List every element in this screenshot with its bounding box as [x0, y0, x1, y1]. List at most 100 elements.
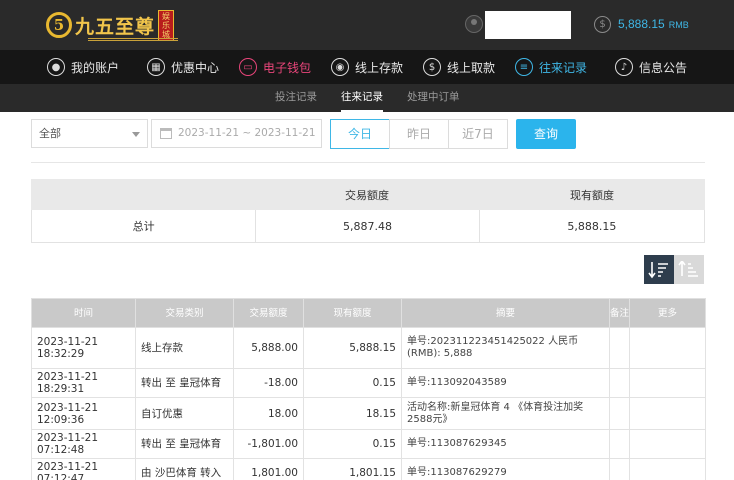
tab-bet-records[interactable]: 投注记录: [275, 84, 317, 112]
cell-memo: 单号:113092043589: [401, 368, 610, 398]
sort-descending-icon: [648, 261, 668, 278]
logo-text: 九五至尊: [75, 15, 156, 38]
nav-label: 线上取款: [447, 60, 496, 75]
cell-time: 2023-11-21 07:12:47: [31, 458, 136, 480]
cell-note: [609, 458, 630, 480]
cell-more[interactable]: [629, 458, 706, 480]
col-header-time: 时间: [31, 298, 136, 328]
cell-more[interactable]: [629, 429, 706, 459]
username-redacted: [485, 11, 571, 39]
transaction-type-select[interactable]: 全部: [31, 119, 148, 148]
today-button[interactable]: 今日: [330, 119, 390, 149]
calendar-icon: [160, 128, 172, 139]
cell-balance: 18.15: [303, 397, 402, 430]
nav-online-withdraw[interactable]: $ 线上取款: [423, 50, 495, 84]
tab-transaction-records[interactable]: 往来记录: [341, 84, 383, 112]
nav-transaction-records[interactable]: ≡ 往来记录: [515, 50, 587, 84]
date-range-input[interactable]: 2023-11-21 ~ 2023-11-21: [151, 119, 322, 148]
main-nav: ● 我的账户 ▦ 优惠中心 ▭ 电子钱包 ◉ 线上存款 $ 线上取款 ≡ 往来记…: [0, 50, 734, 84]
logo-flourish: [88, 38, 178, 41]
table-row: 2023-11-21 07:12:47 由 沙巴体育 转入 1,801.00 1…: [31, 458, 706, 480]
col-header-balance: 现有额度: [303, 298, 402, 328]
nav-label: 往来记录: [539, 60, 588, 75]
transaction-records-table: 时间 交易类别 交易额度 现有额度 摘要 备注 更多 2023-11-21 18…: [31, 298, 706, 480]
user-avatar-icon[interactable]: [465, 15, 483, 33]
table-row: 2023-11-21 12:09:36 自订优惠 18.00 18.15 活动名…: [31, 397, 706, 430]
nav-e-wallet[interactable]: ▭ 电子钱包: [239, 50, 311, 84]
summary-header-blank: [31, 179, 255, 210]
cell-memo: 单号:202311223451425022 人民币(RMB): 5,888: [401, 327, 610, 369]
cell-memo: 活动名称:新皇冠体育 4 《体育投注加奖2588元》: [401, 397, 610, 430]
nav-label: 我的账户: [71, 60, 120, 75]
nav-label: 电子钱包: [263, 60, 312, 75]
cell-time: 2023-11-21 12:09:36: [31, 397, 136, 430]
cell-balance: 5,888.15: [303, 327, 402, 369]
cell-amount: -1,801.00: [233, 429, 304, 459]
cell-more[interactable]: [629, 397, 706, 430]
cell-note: [609, 368, 630, 398]
user-icon: ●: [47, 58, 65, 76]
cell-note: [609, 327, 630, 369]
nav-label: 线上存款: [355, 60, 404, 75]
date-range-value: 2023-11-21 ~ 2023-11-21: [178, 127, 316, 139]
cell-more[interactable]: [629, 327, 706, 369]
col-header-amount: 交易额度: [233, 298, 304, 328]
wallet-balance: 5,888.15 RMB: [618, 17, 689, 31]
cell-balance: 1,801.15: [303, 458, 402, 480]
sub-nav: 投注记录 往来记录 处理中订单: [0, 84, 734, 112]
logo-mark: 5: [46, 12, 72, 38]
cell-type: 自订优惠: [135, 397, 234, 430]
summary-header-balance: 现有额度: [570, 188, 614, 202]
select-value: 全部: [39, 127, 61, 140]
cell-note: [609, 429, 630, 459]
summary-total-row: 总计 5,887.48 5,888.15: [31, 210, 705, 243]
cell-amount: 18.00: [233, 397, 304, 430]
divider: [31, 162, 705, 163]
cell-type: 由 沙巴体育 转入: [135, 458, 234, 480]
cell-type: 转出 至 皇冠体育: [135, 368, 234, 398]
nav-my-account[interactable]: ● 我的账户: [47, 50, 119, 84]
dollar-icon: $: [594, 16, 611, 33]
yesterday-button[interactable]: 昨日: [389, 119, 449, 149]
balance-value: 5,888.15: [618, 17, 665, 31]
cell-balance: 0.15: [303, 368, 402, 398]
cell-note: [609, 397, 630, 430]
cell-memo: 单号:113087629279: [401, 458, 610, 480]
col-header-more: 更多: [629, 298, 706, 328]
cell-more[interactable]: [629, 368, 706, 398]
records-icon: ≡: [515, 58, 533, 76]
summary-table: 交易额度 现有额度 总计 5,887.48 5,888.15: [31, 179, 705, 243]
top-header: 5 九五至尊 娱乐城 $ 5,888.15 RMB: [0, 0, 734, 50]
logo-badge: 娱乐城: [158, 9, 175, 41]
table-row: 2023-11-21 07:12:48 转出 至 皇冠体育 -1,801.00 …: [31, 429, 706, 459]
wallet-icon: ▭: [239, 58, 257, 76]
nav-promotions[interactable]: ▦ 优惠中心: [147, 50, 219, 84]
search-button[interactable]: 查询: [516, 119, 576, 149]
nav-announcements[interactable]: ♪ 信息公告: [615, 50, 687, 84]
summary-header-amount: 交易额度: [345, 188, 389, 202]
cell-memo: 单号:113087629345: [401, 429, 610, 459]
sort-descending-button[interactable]: [644, 255, 674, 284]
cell-type: 线上存款: [135, 327, 234, 369]
summary-header-row: 交易额度 现有额度: [31, 179, 705, 210]
cell-amount: 1,801.00: [233, 458, 304, 480]
balance-currency: RMB: [668, 20, 689, 30]
col-header-type: 交易类别: [135, 298, 234, 328]
table-row: 2023-11-21 18:29:31 转出 至 皇冠体育 -18.00 0.1…: [31, 368, 706, 398]
nav-label: 优惠中心: [171, 60, 220, 75]
cell-time: 2023-11-21 18:29:31: [31, 368, 136, 398]
summary-total-balance: 5,888.15: [478, 210, 704, 242]
bell-icon: ♪: [615, 58, 633, 76]
cell-amount: -18.00: [233, 368, 304, 398]
tab-pending-orders[interactable]: 处理中订单: [407, 84, 460, 112]
col-header-memo: 摘要: [401, 298, 610, 328]
table-header-row: 时间 交易类别 交易额度 现有额度 摘要 备注 更多: [31, 298, 706, 328]
nav-label: 信息公告: [639, 60, 688, 75]
cell-type: 转出 至 皇冠体育: [135, 429, 234, 459]
withdraw-icon: $: [423, 58, 441, 76]
summary-total-label: 总计: [132, 220, 155, 233]
last-7-days-button[interactable]: 近7日: [448, 119, 508, 149]
deposit-icon: ◉: [331, 58, 349, 76]
nav-online-deposit[interactable]: ◉ 线上存款: [331, 50, 403, 84]
sort-ascending-button[interactable]: [674, 255, 704, 284]
